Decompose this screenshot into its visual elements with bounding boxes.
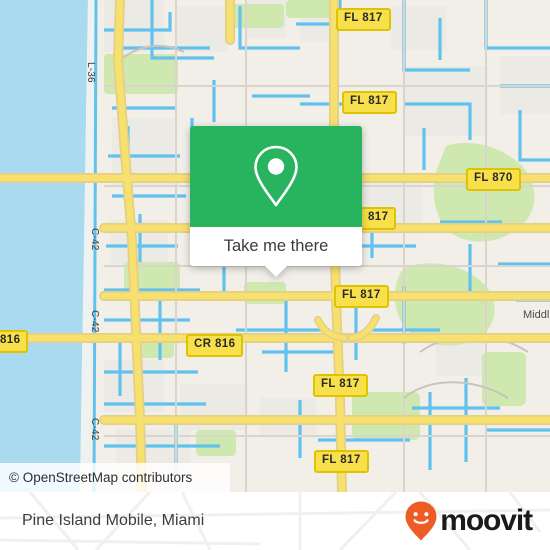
map-attribution-bar[interactable]: © OpenStreetMap contributors bbox=[0, 463, 230, 492]
map-pin-icon bbox=[254, 145, 298, 206]
attribution-text: © OpenStreetMap contributors bbox=[9, 470, 193, 485]
canal-label-c42-mid: C-42 bbox=[89, 310, 100, 333]
callout-tail bbox=[264, 265, 288, 277]
take-me-there-label: Take me there bbox=[223, 237, 329, 255]
moovit-wordmark: moovit bbox=[440, 504, 533, 537]
canal-label-c42-north: C-42 bbox=[89, 228, 100, 251]
callout-action-area[interactable]: Take me there bbox=[190, 227, 362, 277]
route-shield-fl870[interactable]: FL 870 bbox=[466, 168, 521, 191]
footer-bar: Pine Island Mobile, Miami moovit bbox=[0, 492, 550, 550]
moovit-pin-smiley-icon bbox=[405, 501, 437, 541]
route-shield-816-clipped[interactable]: 816 bbox=[0, 330, 29, 353]
route-shield-fl817-upper[interactable]: FL 817 bbox=[342, 91, 397, 114]
map-canvas[interactable]: L-36 C-42 C-42 C-42 Middl FL 817 FL 817 … bbox=[0, 0, 550, 492]
callout-pin-area bbox=[190, 126, 362, 227]
moovit-map-screen: L-36 C-42 C-42 C-42 Middl FL 817 FL 817 … bbox=[0, 0, 550, 550]
location-title: Pine Island Mobile, Miami bbox=[22, 512, 205, 529]
moovit-logo[interactable]: moovit bbox=[404, 500, 533, 542]
canal-label-l36: L-36 bbox=[85, 62, 96, 83]
map-water-areas bbox=[0, 0, 96, 492]
route-shield-fl817-bottom[interactable]: FL 817 bbox=[314, 450, 369, 473]
route-shield-cr816[interactable]: CR 816 bbox=[186, 334, 244, 357]
route-shield-fl817-mid[interactable]: FL 817 bbox=[334, 285, 389, 308]
place-label-middle: Middl bbox=[523, 309, 550, 321]
route-shield-fl817-top[interactable]: FL 817 bbox=[336, 8, 391, 31]
route-shield-fl817-lower[interactable]: FL 817 bbox=[313, 374, 368, 397]
route-shield-817-behind-card[interactable]: 817 bbox=[360, 207, 397, 230]
canal-label-c42-south: C-42 bbox=[89, 418, 100, 441]
destination-callout-card[interactable]: Take me there bbox=[190, 126, 362, 277]
